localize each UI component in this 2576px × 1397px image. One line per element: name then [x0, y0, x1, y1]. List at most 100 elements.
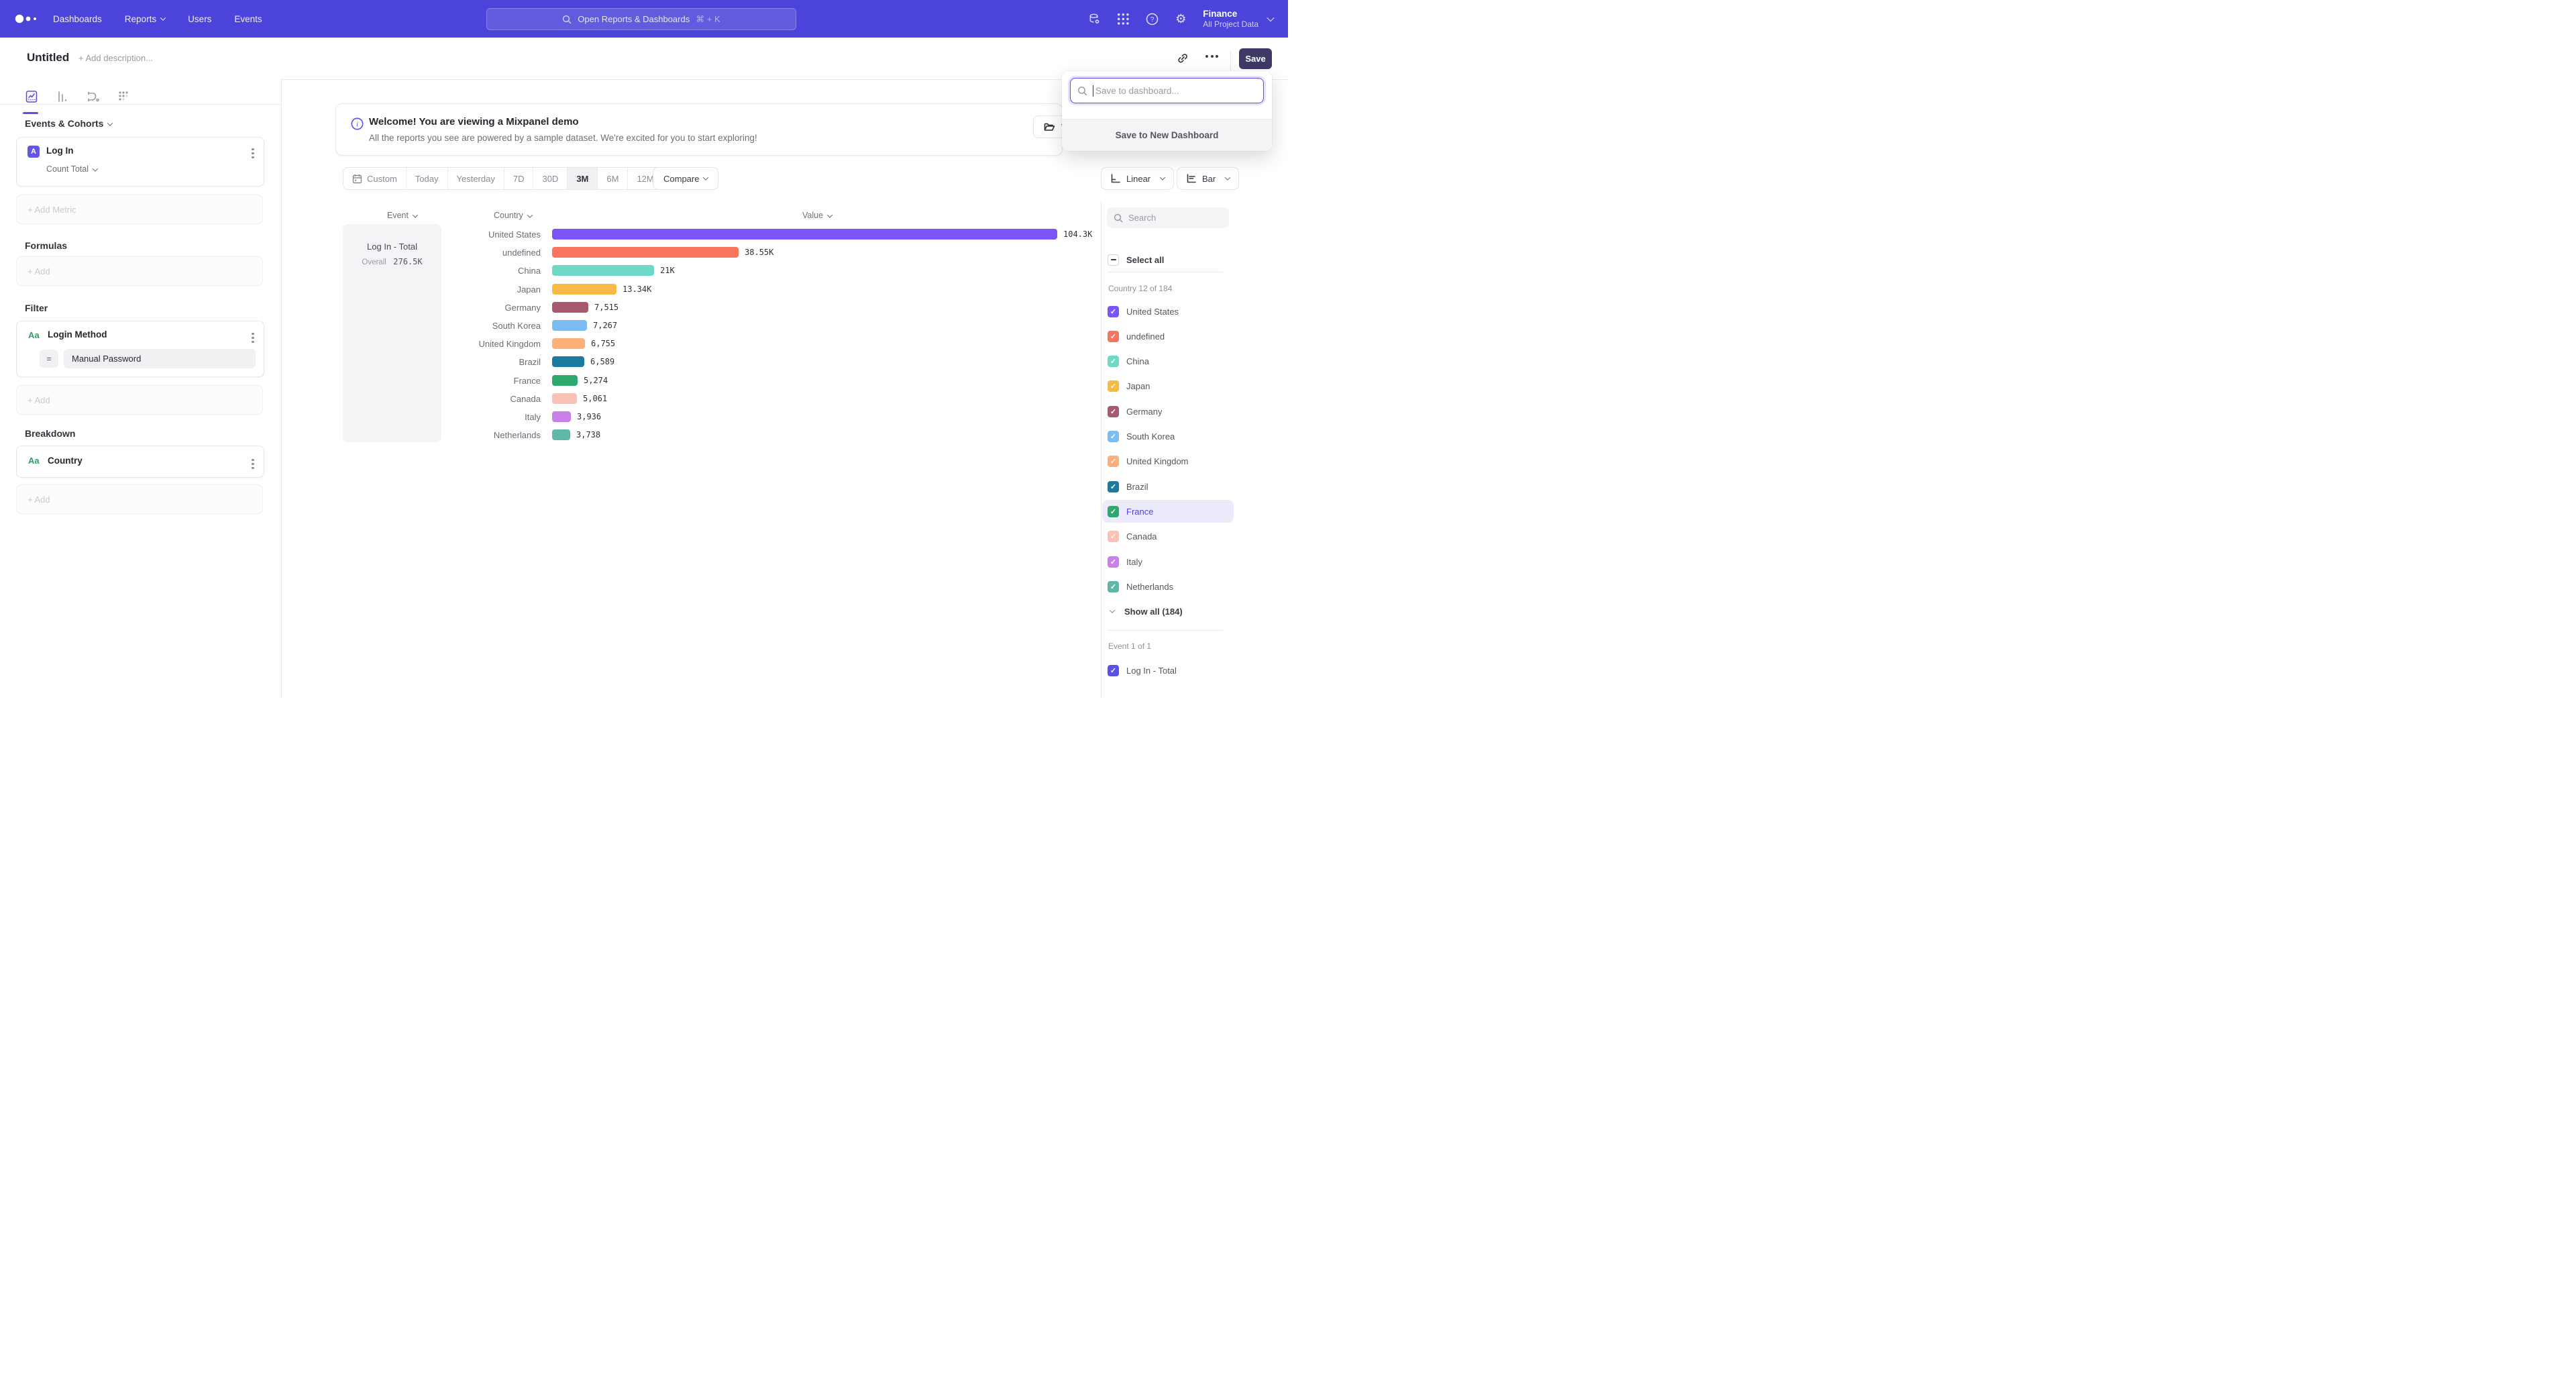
range-button-today[interactable]: Today: [407, 168, 448, 189]
breakdown-card[interactable]: Aa Country: [16, 446, 264, 478]
add-description-button[interactable]: + Add description...: [78, 53, 153, 63]
add-formula-button[interactable]: + Add: [16, 256, 263, 286]
legend-row-germany[interactable]: ✓Germany: [1102, 400, 1234, 423]
nav-item-users[interactable]: Users: [176, 0, 223, 38]
range-button-custom[interactable]: Custom: [343, 168, 407, 189]
breakdown-kebab-icon[interactable]: [252, 457, 254, 471]
metric-name[interactable]: Log In: [46, 146, 74, 156]
filter-kebab-icon[interactable]: [252, 331, 254, 345]
tab-insights-icon[interactable]: [23, 89, 40, 105]
legend-checkbox-united-states[interactable]: ✓: [1108, 306, 1119, 317]
legend-row-china[interactable]: ✓China: [1102, 350, 1234, 373]
more-options-icon[interactable]: [1205, 55, 1218, 58]
metric-card[interactable]: A Log In Count Total: [16, 137, 264, 187]
add-filter-button[interactable]: + Add: [16, 385, 263, 415]
range-button-30d[interactable]: 30D: [533, 168, 568, 189]
legend-row-south-korea[interactable]: ✓South Korea: [1102, 425, 1234, 448]
legend-checkbox-china[interactable]: ✓: [1108, 356, 1119, 367]
legend-row-undefined[interactable]: ✓undefined: [1102, 325, 1234, 348]
select-all-checkbox-indeterminate[interactable]: [1108, 254, 1119, 266]
event-legend-row[interactable]: ✓ Log In - Total: [1102, 659, 1234, 682]
bar-brazil[interactable]: [552, 356, 584, 367]
filter-operator-chip[interactable]: =: [40, 350, 58, 368]
filter-property-name[interactable]: Login Method: [48, 329, 107, 340]
add-breakdown-button[interactable]: + Add: [16, 484, 263, 514]
bar-south-korea[interactable]: [552, 320, 587, 331]
range-button-7d[interactable]: 7D: [504, 168, 534, 189]
legend-row-france[interactable]: ✓France: [1102, 500, 1234, 523]
legend-checkbox-japan[interactable]: ✓: [1108, 380, 1119, 392]
breakdown-column-header[interactable]: Country: [494, 211, 532, 220]
bar-netherlands[interactable]: [552, 429, 570, 440]
compare-button[interactable]: Compare: [653, 167, 718, 190]
save-to-new-dashboard-button[interactable]: Save to New Dashboard: [1062, 119, 1272, 151]
legend-checkbox-south-korea[interactable]: ✓: [1108, 431, 1119, 442]
legend-search-input[interactable]: Search: [1107, 207, 1229, 228]
events-cohorts-header[interactable]: Events & Cohorts: [25, 118, 112, 129]
data-management-icon[interactable]: [1087, 12, 1101, 25]
global-search-input[interactable]: Open Reports & Dashboards ⌘ + K: [486, 8, 796, 30]
legend-country-label: Italy: [1126, 557, 1142, 567]
filter-value-input[interactable]: Manual Password: [64, 349, 256, 368]
breakdown-property-name[interactable]: Country: [48, 456, 83, 466]
legend-row-united-states[interactable]: ✓United States: [1102, 300, 1234, 323]
legend-checkbox-italy[interactable]: ✓: [1108, 556, 1119, 568]
add-metric-button[interactable]: + Add Metric: [16, 195, 263, 224]
nav-item-reports[interactable]: Reports: [113, 0, 176, 38]
range-button-3m[interactable]: 3M: [568, 168, 598, 189]
legend-checkbox-undefined[interactable]: ✓: [1108, 331, 1119, 342]
legend-checkbox-canada[interactable]: ✓: [1108, 531, 1119, 542]
bar-value-label: 3,738: [576, 430, 600, 439]
legend-row-brazil[interactable]: ✓Brazil: [1102, 475, 1234, 498]
apps-grid-icon[interactable]: [1116, 12, 1130, 25]
legend-row-japan[interactable]: ✓Japan: [1102, 375, 1234, 398]
metric-aggregation-dropdown[interactable]: Count Total: [46, 164, 97, 174]
bar-canada[interactable]: [552, 393, 577, 404]
save-dashboard-search-input[interactable]: Save to dashboard...: [1070, 78, 1264, 103]
bar-united-kingdom[interactable]: [552, 338, 585, 349]
legend-checkbox-brazil[interactable]: ✓: [1108, 481, 1119, 493]
copy-link-icon[interactable]: [1176, 52, 1189, 65]
event-checkbox-checked[interactable]: ✓: [1108, 665, 1119, 676]
bar-france[interactable]: [552, 375, 578, 386]
bar-united-states[interactable]: [552, 229, 1057, 240]
bar-germany[interactable]: [552, 302, 588, 313]
show-all-button[interactable]: Show all (184): [1102, 600, 1234, 623]
project-selector[interactable]: Finance All Project Data: [1203, 9, 1273, 30]
report-title[interactable]: Untitled: [27, 51, 69, 64]
help-icon[interactable]: ?: [1145, 12, 1159, 25]
range-button-yesterday[interactable]: Yesterday: [448, 168, 504, 189]
event-column-header[interactable]: Event: [387, 211, 417, 220]
legend-row-netherlands[interactable]: ✓Netherlands: [1102, 575, 1234, 598]
legend-row-canada[interactable]: ✓Canada: [1102, 525, 1234, 548]
bar-china[interactable]: [552, 265, 654, 276]
tab-retention-icon[interactable]: [116, 89, 132, 105]
tab-flows-icon[interactable]: [85, 89, 101, 105]
legend-checkbox-netherlands[interactable]: ✓: [1108, 581, 1119, 592]
tab-funnels-icon[interactable]: [54, 89, 70, 105]
settings-gear-icon[interactable]: ⚙: [1174, 12, 1187, 25]
nav-item-dashboards[interactable]: Dashboards: [42, 0, 113, 38]
legend-row-united-kingdom[interactable]: ✓United Kingdom: [1102, 450, 1234, 473]
filter-card[interactable]: Aa Login Method = Manual Password: [16, 321, 264, 377]
save-dashboard-placeholder: Save to dashboard...: [1095, 86, 1179, 96]
chart-type-button[interactable]: Bar: [1177, 167, 1239, 190]
legend-checkbox-france[interactable]: ✓: [1108, 506, 1119, 517]
range-button-6m[interactable]: 6M: [598, 168, 628, 189]
nav-item-events[interactable]: Events: [223, 0, 273, 38]
chart-scale-button[interactable]: Linear: [1101, 167, 1174, 190]
select-all-row[interactable]: Select all: [1102, 248, 1234, 271]
legend-panel: Search Select all Country 12 of 184 ✓Uni…: [1101, 201, 1288, 698]
value-column-header[interactable]: Value: [802, 211, 832, 220]
legend-row-italy[interactable]: ✓ Italy: [1102, 550, 1234, 573]
search-icon: [562, 15, 572, 24]
metric-kebab-icon[interactable]: [252, 146, 254, 160]
legend-checkbox-united-kingdom[interactable]: ✓: [1108, 456, 1119, 467]
save-button[interactable]: Save: [1239, 48, 1272, 69]
legend-checkbox-germany[interactable]: ✓: [1108, 406, 1119, 417]
active-tab-underline: [23, 112, 38, 114]
mixpanel-logo-icon[interactable]: [15, 14, 43, 23]
bar-italy[interactable]: [552, 411, 571, 422]
bar-undefined[interactable]: [552, 247, 739, 258]
bar-japan[interactable]: [552, 284, 616, 295]
